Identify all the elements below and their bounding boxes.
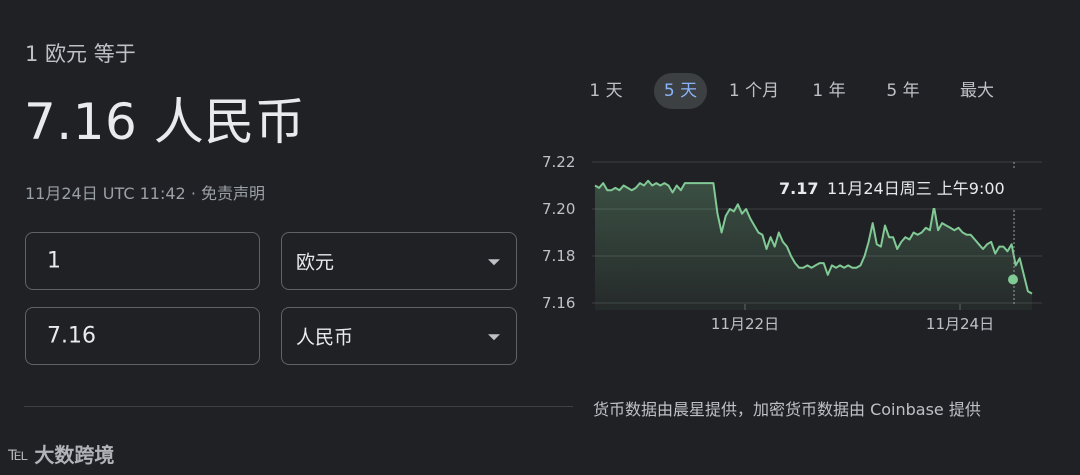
- exchange-rate-chart[interactable]: 7.22 7.20 7.18 7.16 11月22日 11月24日 7.17 11月24…: [530, 140, 1060, 345]
- disclaimer-link[interactable]: 免责声明: [201, 184, 265, 203]
- tooltip-date: 11月24日周三 上午9:00: [827, 179, 1005, 198]
- x-tick-label: 11月24日: [926, 315, 994, 333]
- y-tick-label: 7.16: [542, 294, 575, 312]
- amount-to-value: 7.16: [47, 323, 96, 349]
- tooltip-value: 7.17: [779, 179, 818, 198]
- amount-from-value: 1: [47, 248, 61, 274]
- tab-max[interactable]: 最大: [950, 73, 1004, 109]
- tab-5-day[interactable]: 5 天: [654, 73, 707, 109]
- currency-from-select[interactable]: 欧元: [281, 232, 517, 290]
- chart-tooltip: 7.17 11月24日周三 上午9:00: [766, 170, 1042, 208]
- x-tick-label: 11月22日: [711, 315, 779, 333]
- dropdown-arrow-icon: [488, 259, 500, 266]
- dropdown-arrow-icon: [488, 334, 500, 341]
- currency-from-value: 欧元: [296, 251, 335, 274]
- watermark-logo: ℡ 大数跨境: [8, 439, 114, 468]
- y-tick-label: 7.20: [542, 200, 575, 218]
- tab-5-year[interactable]: 5 年: [876, 73, 930, 109]
- conversion-result: 7.16 人民币: [24, 93, 306, 151]
- y-axis-labels: 7.22 7.20 7.18 7.16: [542, 153, 575, 312]
- timestamp-text: 11月24日 UTC 11:42: [25, 184, 186, 203]
- amount-from-input[interactable]: 1: [25, 232, 260, 290]
- amount-to-input[interactable]: 7.16: [25, 307, 260, 365]
- hover-point: [1008, 274, 1018, 285]
- tab-1-year[interactable]: 1 年: [803, 73, 855, 109]
- tab-1-month[interactable]: 1 个月: [720, 73, 788, 109]
- currency-to-select[interactable]: 人民币: [281, 307, 517, 365]
- y-tick-label: 7.22: [542, 153, 575, 171]
- currency-to-value: 人民币: [296, 326, 354, 349]
- tab-1-day[interactable]: 1 天: [580, 73, 632, 109]
- data-credit: 货币数据由晨星提供，加密货币数据由 Coinbase 提供: [593, 400, 981, 419]
- rate-timestamp: 11月24日 UTC 11:42 · 免责声明: [25, 180, 265, 204]
- divider: [24, 406, 573, 407]
- conversion-header: 1 欧元 等于: [25, 42, 136, 66]
- watermark-text: 大数跨境: [34, 443, 115, 467]
- logo-icon: ℡: [8, 442, 29, 465]
- y-tick-label: 7.18: [542, 247, 575, 265]
- timestamp-separator: ·: [190, 184, 196, 203]
